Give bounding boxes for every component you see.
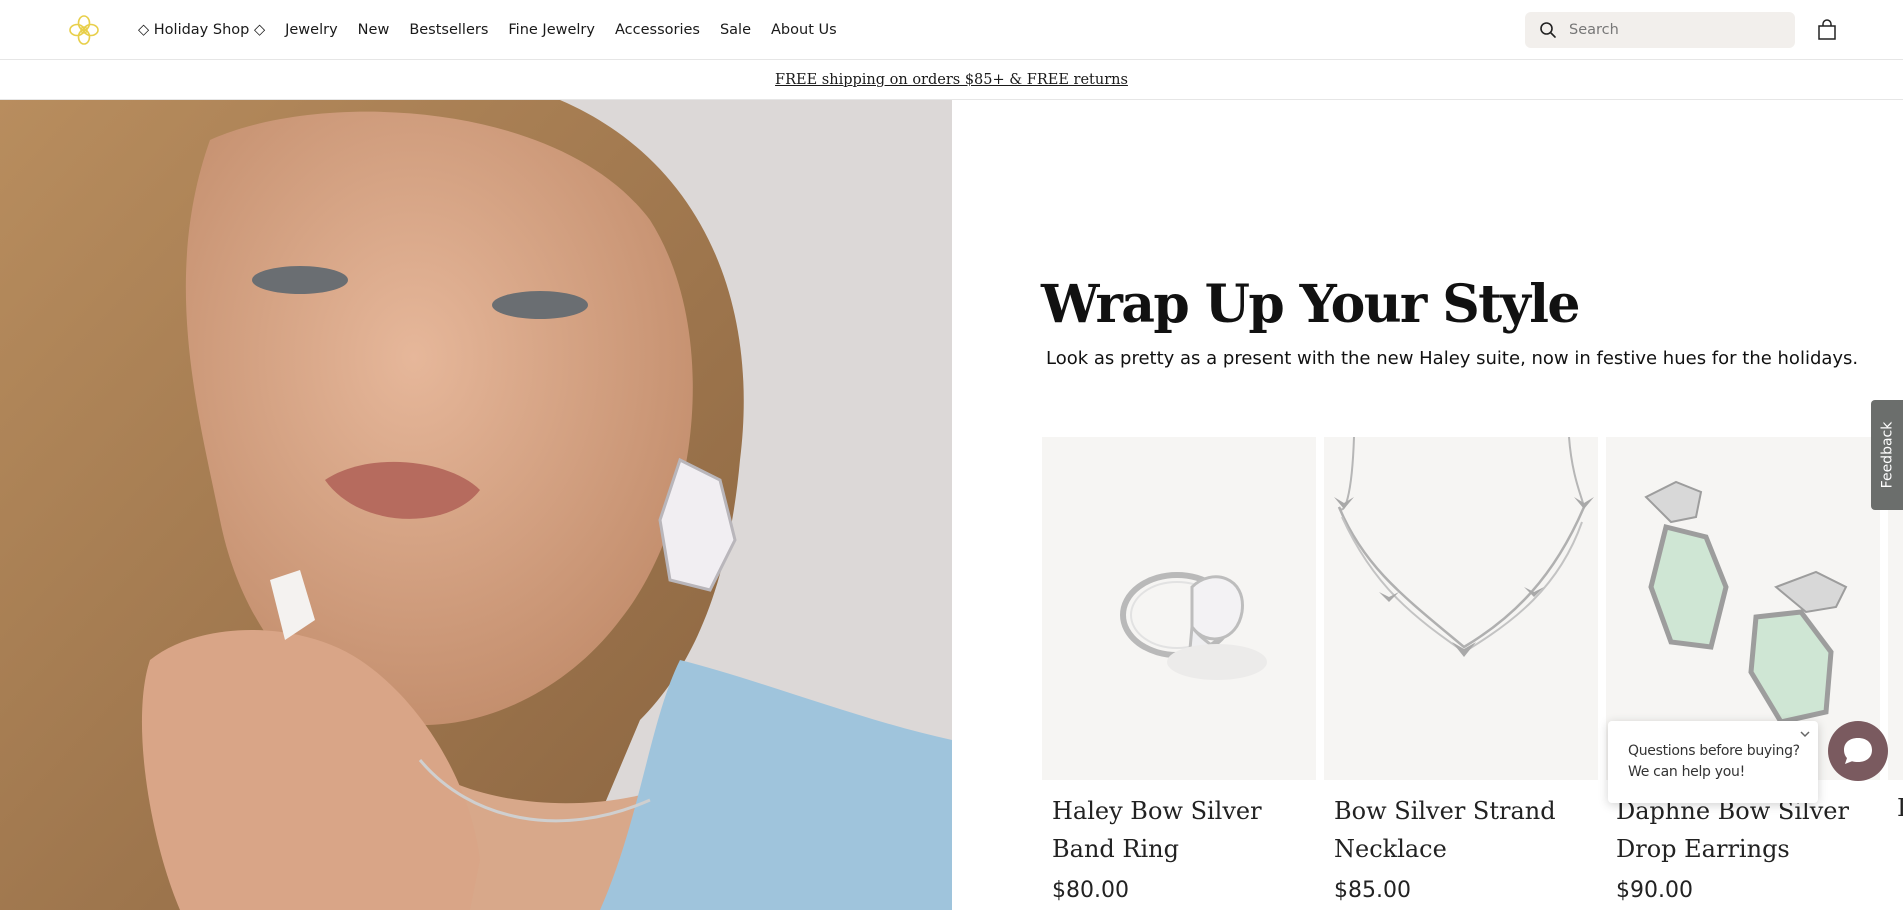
chat-popup[interactable]: Questions before buying? We can help you… bbox=[1608, 721, 1818, 803]
chat-launcher-button[interactable] bbox=[1828, 721, 1888, 781]
hero-image bbox=[0, 100, 952, 910]
nav-fine-jewelry[interactable]: Fine Jewelry bbox=[508, 22, 595, 38]
chat-bubble-icon bbox=[1844, 738, 1872, 764]
nav-holiday-shop[interactable]: ◇ Holiday Shop ◇ bbox=[138, 22, 265, 38]
product-image-necklace[interactable] bbox=[1324, 437, 1598, 780]
nav-sale[interactable]: Sale bbox=[720, 22, 751, 38]
product-card-ring[interactable]: Haley Bow Silver Band Ring $80.00 bbox=[1042, 437, 1316, 903]
nav-accessories[interactable]: Accessories bbox=[615, 22, 700, 38]
feedback-label: Feedback bbox=[1879, 421, 1896, 489]
nav-bestsellers[interactable]: Bestsellers bbox=[409, 22, 488, 38]
model-portrait-illustration bbox=[0, 100, 952, 910]
ring-icon bbox=[1120, 572, 1267, 680]
product-name[interactable]: Bow Silver Strand Necklace bbox=[1324, 792, 1598, 868]
product-card-necklace[interactable]: Bow Silver Strand Necklace $85.00 bbox=[1324, 437, 1598, 903]
free-shipping-link[interactable]: FREE shipping on orders $85+ & FREE retu… bbox=[775, 72, 1128, 88]
brand-logo[interactable] bbox=[68, 14, 100, 46]
product-name[interactable]: Haley Bow Silver Band Ring bbox=[1042, 792, 1316, 868]
shopping-bag-icon[interactable] bbox=[1816, 19, 1838, 41]
chat-line-2: We can help you! bbox=[1628, 764, 1745, 780]
search-icon bbox=[1540, 22, 1556, 38]
chevron-down-icon[interactable] bbox=[1798, 727, 1812, 741]
product-price: $80.00 bbox=[1052, 878, 1129, 903]
site-header: ◇ Holiday Shop ◇ Jewelry New Bestsellers… bbox=[0, 0, 1903, 60]
main-nav: ◇ Holiday Shop ◇ Jewelry New Bestsellers… bbox=[138, 0, 857, 60]
product-price: $85.00 bbox=[1334, 878, 1411, 903]
feedback-tab[interactable]: Feedback bbox=[1871, 400, 1903, 510]
product-name[interactable]: Daphne Bow Silver Drop Earrings bbox=[1606, 792, 1880, 868]
search-input[interactable]: Search bbox=[1525, 12, 1795, 48]
nav-about-us[interactable]: About Us bbox=[771, 22, 837, 38]
product-image-ring[interactable] bbox=[1042, 437, 1316, 780]
collection-headline: Wrap Up Your Style bbox=[1041, 274, 1580, 335]
necklace-icon bbox=[1334, 437, 1594, 657]
collection-subhead: Look as pretty as a present with the new… bbox=[1046, 348, 1859, 369]
product-price: $90.00 bbox=[1616, 878, 1693, 903]
nav-jewelry[interactable]: Jewelry bbox=[285, 22, 338, 38]
product-card-earrings[interactable]: Daphne Bow Silver Drop Earrings $90.00 bbox=[1606, 437, 1880, 903]
nav-new[interactable]: New bbox=[358, 22, 390, 38]
search-placeholder: Search bbox=[1569, 22, 1619, 38]
promo-bar: FREE shipping on orders $85+ & FREE retu… bbox=[0, 61, 1903, 100]
flower-logo-icon bbox=[69, 15, 99, 45]
product-name-partial[interactable]: I bbox=[1897, 794, 1903, 822]
chat-line-1: Questions before buying? bbox=[1628, 743, 1800, 759]
